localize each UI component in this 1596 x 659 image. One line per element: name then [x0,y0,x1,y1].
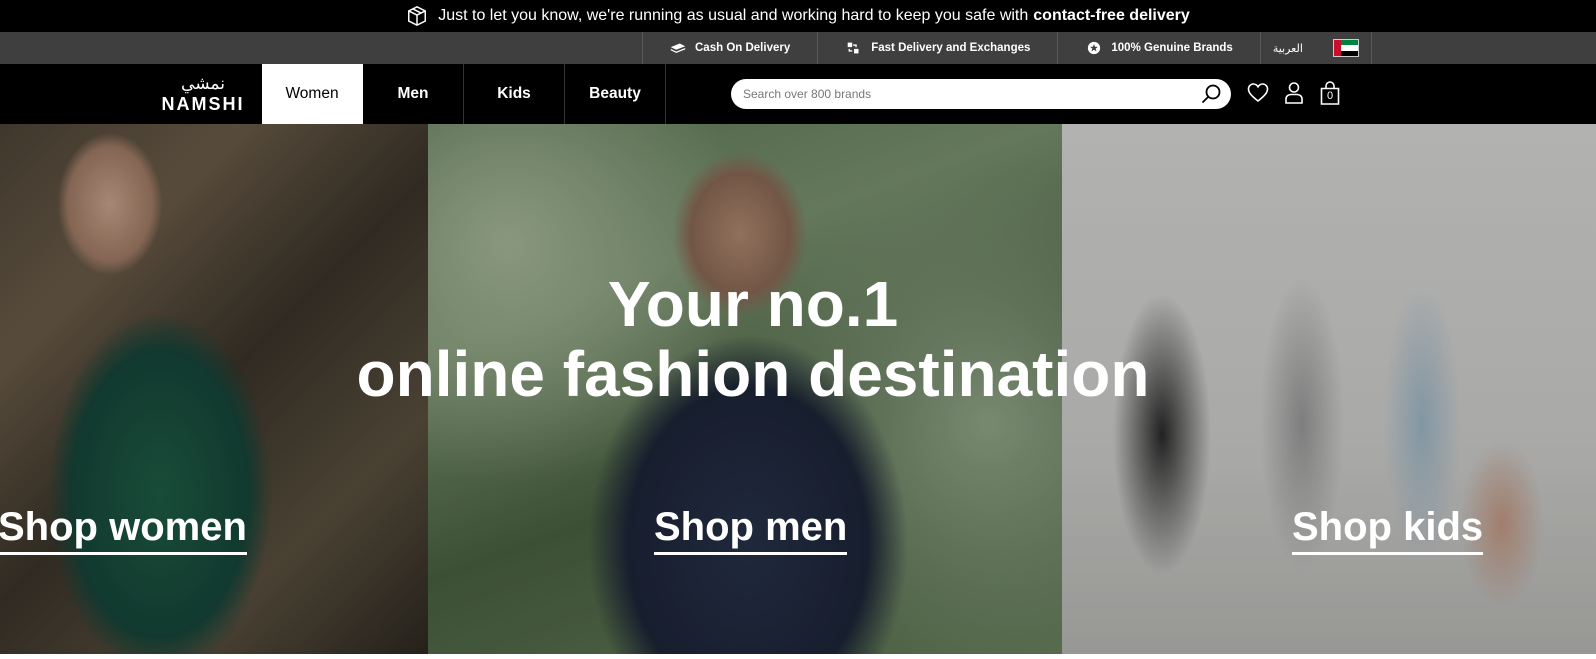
utility-bar: Cash On Delivery Fast Delivery and Excha… [0,32,1596,64]
announcement-text: Just to let you know, we're running as u… [438,7,1029,24]
headline-line-2: online fashion destination [356,338,1150,410]
star-badge-icon [1088,41,1101,55]
tab-beauty[interactable]: Beauty [565,64,666,124]
headline-line-1: Your no.1 [607,268,899,340]
shop-kids-link[interactable]: Shop kids [1292,504,1484,555]
uae-flag-icon[interactable] [1332,39,1359,57]
genuine-brands-item[interactable]: 100% Genuine Brands [1058,32,1261,64]
tab-kids[interactable]: Kids [464,64,565,124]
cash-on-delivery-label: Cash On Delivery [695,42,791,54]
shop-men-link[interactable]: Shop men [654,504,848,555]
search-icon[interactable] [1199,82,1223,106]
fast-delivery-label: Fast Delivery and Exchanges [871,42,1031,54]
hero-headline: Your no.1 online fashion destination [0,270,1596,410]
shop-women-link[interactable]: Shop women [0,504,247,555]
tab-men[interactable]: Men [363,64,464,124]
hero-banner: Your no.1 online fashion destination Sho… [0,124,1596,654]
department-tabs: Women Men Kids Beauty [262,64,666,124]
language-switcher[interactable]: العربية [1261,32,1372,64]
tab-women[interactable]: Women [262,64,363,124]
announcement-bar: Just to let you know, we're running as u… [0,0,1596,32]
fast-delivery-item[interactable]: Fast Delivery and Exchanges [818,32,1059,64]
cash-icon [670,43,686,53]
exchange-icon [847,42,859,54]
logo-arabic-text: نمشي [181,74,225,94]
package-icon [408,6,427,26]
cash-on-delivery-item[interactable]: Cash On Delivery [643,32,819,64]
announcement-bold-link[interactable]: contact-free delivery [1033,7,1190,25]
account-user-icon[interactable] [1282,80,1306,106]
cart-button[interactable]: 0 [1318,80,1342,106]
genuine-brands-label: 100% Genuine Brands [1111,42,1233,54]
logo-latin-text: NAMSHI [161,94,245,114]
language-label[interactable]: العربية [1273,42,1303,55]
wishlist-heart-icon[interactable] [1246,80,1270,106]
cart-count: 0 [1326,90,1334,102]
search-bar [731,79,1231,109]
search-input[interactable] [743,87,1199,101]
namshi-logo[interactable]: نمشي NAMSHI [162,74,244,116]
nav-icons: 0 [1246,80,1342,106]
main-nav: نمشي NAMSHI Women Men Kids Beauty 0 [0,64,1596,124]
